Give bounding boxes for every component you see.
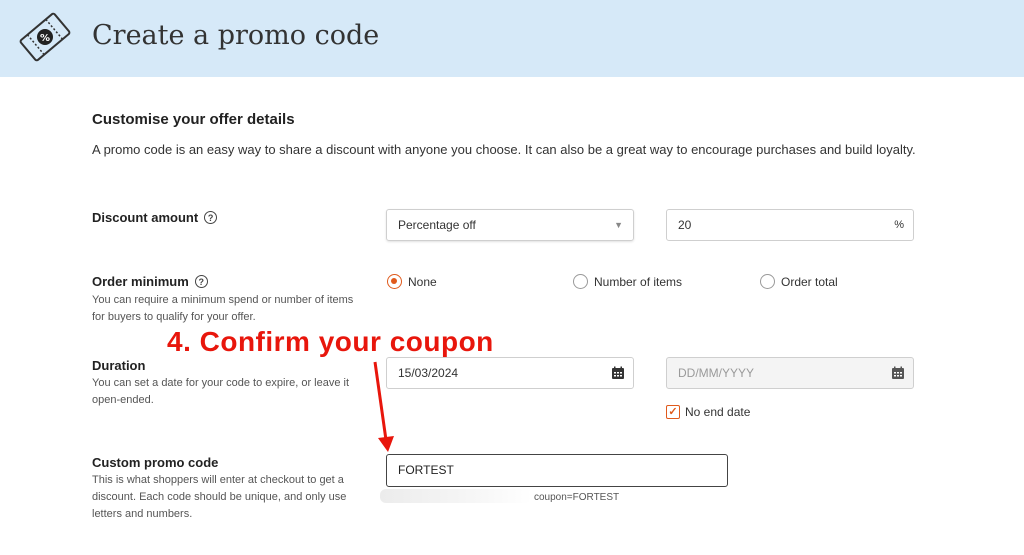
- end-date-placeholder: DD/MM/YYYY: [678, 366, 755, 380]
- start-date-value: 15/03/2024: [398, 366, 459, 380]
- promo-code-input[interactable]: FORTEST: [386, 454, 728, 487]
- radio-button-checked[interactable]: [387, 274, 402, 289]
- annotation-text: 4. Confirm your coupon: [167, 326, 494, 357]
- discount-type-value: Percentage off: [398, 218, 476, 232]
- intro-text: A promo code is an easy way to share a d…: [92, 142, 916, 157]
- help-icon[interactable]: ?: [194, 275, 208, 288]
- blurred-url: [380, 489, 532, 503]
- svg-text:%: %: [40, 33, 50, 44]
- help-icon[interactable]: ?: [204, 211, 218, 224]
- radio-button[interactable]: [760, 274, 775, 289]
- promo-url-suffix: coupon=FORTEST: [534, 492, 620, 503]
- discount-amount-label: Discount amount ?: [92, 210, 218, 225]
- no-end-date-checkbox[interactable]: ✓: [666, 405, 680, 419]
- radio-order-total[interactable]: Order total: [760, 274, 838, 289]
- radio-label-order-total: Order total: [781, 274, 838, 289]
- page-header: % Create a promo code: [0, 0, 1024, 77]
- page-title: Create a promo code: [92, 20, 380, 51]
- duration-label: Duration: [92, 358, 145, 373]
- calendar-icon[interactable]: [611, 366, 625, 380]
- no-end-date-label: No end date: [685, 405, 751, 419]
- custom-promo-code-description: This is what shoppers will enter at chec…: [92, 474, 347, 520]
- custom-promo-code-label: Custom promo code: [92, 455, 218, 470]
- dropdown-caret-icon: ▼: [614, 220, 623, 230]
- discount-amount-input[interactable]: 20 %: [666, 209, 914, 241]
- duration-description: You can set a date for your code to expi…: [92, 377, 350, 406]
- no-end-date-checkbox-row[interactable]: ✓ No end date: [666, 405, 750, 419]
- custom-promo-code-text: Custom promo code: [92, 455, 219, 470]
- radio-label-number-of-items: Number of items: [594, 274, 683, 289]
- discount-type-select[interactable]: Percentage off ▼: [386, 209, 634, 241]
- order-minimum-description: You can require a minimum spend or numbe…: [92, 294, 354, 323]
- radio-button[interactable]: [573, 274, 588, 289]
- order-minimum-label: Order minimum ?: [92, 274, 208, 289]
- section-title: Customise your offer details: [92, 111, 295, 128]
- calendar-icon[interactable]: [891, 366, 905, 380]
- discount-amount-text: Discount amount: [92, 210, 199, 225]
- radio-number-of-items[interactable]: Number of items: [573, 274, 682, 289]
- order-minimum-text: Order minimum: [92, 274, 189, 289]
- ticket-percent-icon: %: [19, 12, 71, 62]
- radio-none[interactable]: None: [387, 274, 437, 289]
- percent-suffix: %: [894, 219, 904, 231]
- duration-text: Duration: [92, 358, 146, 373]
- end-date-input[interactable]: DD/MM/YYYY: [666, 357, 914, 389]
- discount-amount-value: 20: [678, 218, 692, 232]
- promo-code-value: FORTEST: [398, 463, 454, 477]
- radio-label-none: None: [408, 274, 437, 289]
- annotation-arrow-icon: [373, 361, 394, 452]
- start-date-input[interactable]: 15/03/2024: [386, 357, 634, 389]
